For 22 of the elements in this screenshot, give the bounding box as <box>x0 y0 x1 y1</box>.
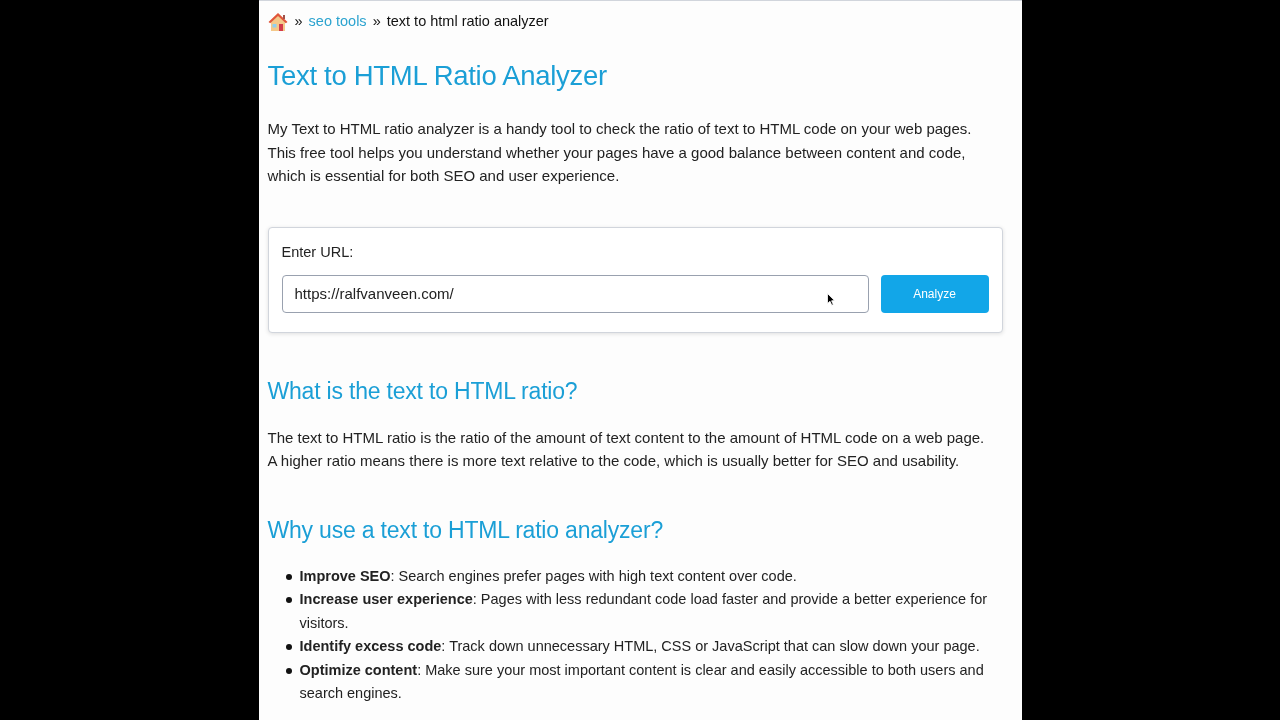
section-heading: What is the text to HTML ratio? <box>267 376 579 406</box>
breadcrumb-separator: » <box>372 12 381 32</box>
list-item-text: Identify excess code: Track down unnecessary HTML, CSS or JavaScript that can slow down your page. <box>299 637 981 656</box>
breadcrumb-current: text to html ratio analyzer <box>386 12 549 32</box>
breadcrumb-link[interactable]: seo tools <box>308 11 367 33</box>
intro-paragraph: My Text to HTML ratio analyzer is a handy tool to check the ratio of text to HTML code on your web pages. This free tool helps you understand whether your pages have a good balance between content and code, which is essential for both SEO and user experience. <box>267 119 973 186</box>
bullet-icon <box>285 667 292 674</box>
bullet-icon <box>285 597 292 603</box>
url-input-field[interactable]: https://ralfvanveen.com/ <box>281 274 869 313</box>
list-item-text: Optimize content: Make sure your most important content is clear and easily accessible to both users and search engines. <box>299 660 985 703</box>
breadcrumb-separator: » <box>294 12 303 32</box>
bullet-icon <box>285 644 292 650</box>
house-icon[interactable] <box>267 12 288 32</box>
list-item-text: Improve SEO: Search engines prefer pages with high text content over code. <box>299 566 798 586</box>
mouse-pointer-icon <box>826 292 835 306</box>
bullet-icon <box>285 573 292 580</box>
analyze-button[interactable]: Analyze <box>880 274 989 313</box>
section-paragraph: The text to HTML ratio is the ratio of the amount of text content to the amount of HTML code on a web page. A higher ratio means there is more text relative to the code, which is usually better for SEO and usability. <box>267 427 986 471</box>
url-label: Enter URL: <box>281 242 355 262</box>
section-heading: Why use a text to HTML ratio analyzer? <box>267 515 664 545</box>
page-title: Text to HTML Ratio Analyzer <box>267 59 608 93</box>
list-item-text: Increase user experience: Pages with less redundant code load faster and provide a better experience for visitors. <box>299 590 989 633</box>
